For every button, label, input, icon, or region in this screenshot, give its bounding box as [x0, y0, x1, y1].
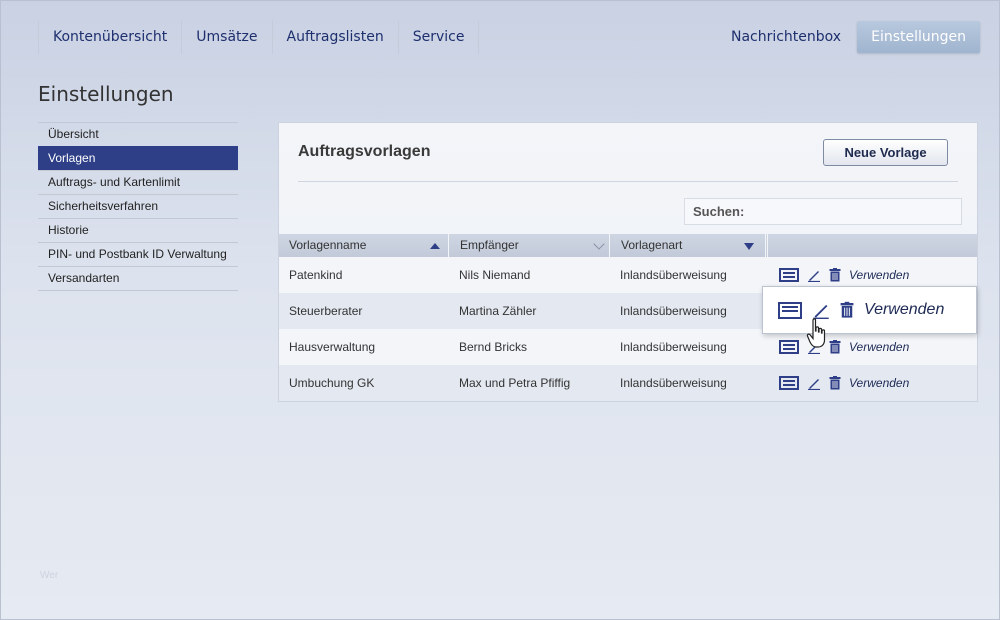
sidebar-item-historie[interactable]: Historie — [38, 218, 238, 242]
table-row[interactable]: Hausverwaltung Bernd Bricks Inlandsüberw… — [279, 329, 977, 365]
sort-ascending-icon — [430, 243, 440, 249]
table-row[interactable]: Umbuchung GK Max und Petra Pfiffig Inlan… — [279, 365, 977, 401]
cell-name: Hausverwaltung — [289, 340, 376, 354]
cell-type: Inlandsüberweisung — [620, 304, 727, 318]
cell-name: Steuerberater — [289, 304, 363, 318]
search-input[interactable] — [684, 198, 962, 225]
row-actions: Verwenden — [779, 365, 909, 401]
cell-recipient: Bernd Bricks — [459, 340, 528, 354]
cell-type: Inlandsüberweisung — [620, 268, 727, 282]
column-header-label: Vorlagenart — [621, 238, 683, 252]
trash-icon[interactable] — [840, 301, 854, 319]
nav-kontenuebersicht[interactable]: Kontenübersicht — [38, 20, 181, 54]
edit-pencil-icon[interactable] — [812, 301, 830, 319]
use-template-link[interactable]: Verwenden — [849, 376, 909, 390]
page-title: Einstellungen — [38, 82, 174, 106]
sidebar-item-uebersicht[interactable]: Übersicht — [38, 122, 238, 146]
secondary-nav: Nachrichtenbox Einstellungen — [717, 20, 980, 54]
cell-name: Umbuchung GK — [289, 376, 375, 390]
nav-nachrichtenbox[interactable]: Nachrichtenbox — [717, 20, 855, 54]
footer-text: Wer — [40, 570, 59, 581]
sidebar-item-vorlagen[interactable]: Vorlagen — [38, 146, 238, 170]
chevron-down-icon — [593, 238, 605, 250]
details-card-icon[interactable] — [778, 301, 802, 319]
sidebar-item-sicherheit[interactable]: Sicherheitsverfahren — [38, 194, 238, 218]
divider — [298, 181, 958, 182]
trash-icon[interactable] — [829, 340, 841, 354]
sidebar-item-pin-verwaltung[interactable]: PIN- und Postbank ID Verwaltung — [38, 242, 238, 266]
sidebar-item-limit[interactable]: Auftrags- und Kartenlimit — [38, 170, 238, 194]
main-nav: Kontenübersicht Umsätze Auftragslisten S… — [38, 20, 480, 54]
use-template-link[interactable]: Verwenden — [849, 268, 909, 282]
sort-descending-toggle[interactable] — [744, 234, 766, 257]
table-header: Vorlagenname Empfänger Vorlagenart — [279, 234, 977, 257]
use-template-link[interactable]: Verwenden — [849, 340, 909, 354]
edit-pencil-icon[interactable] — [807, 376, 821, 390]
new-template-button[interactable]: Neue Vorlage — [823, 139, 948, 166]
nav-service[interactable]: Service — [397, 20, 480, 54]
details-card-icon[interactable] — [779, 340, 799, 354]
sidebar: Übersicht Vorlagen Auftrags- und Kartenl… — [38, 122, 238, 291]
cell-type: Inlandsüberweisung — [620, 376, 727, 390]
use-template-link[interactable]: Verwenden — [864, 301, 944, 319]
row-actions: Verwenden — [779, 329, 909, 365]
edit-pencil-icon[interactable] — [807, 268, 821, 282]
details-card-icon[interactable] — [779, 376, 799, 390]
column-header-label: Empfänger — [460, 238, 519, 252]
trash-icon[interactable] — [829, 268, 841, 282]
column-header-vorlagenname[interactable]: Vorlagenname — [279, 234, 449, 257]
cell-recipient: Martina Zähler — [459, 304, 537, 318]
trash-icon[interactable] — [829, 376, 841, 390]
column-header-label: Vorlagenname — [289, 238, 367, 252]
nav-umsaetze[interactable]: Umsätze — [181, 20, 271, 54]
sort-descending-icon — [744, 243, 754, 250]
details-card-icon[interactable] — [779, 268, 799, 282]
column-header-empfaenger[interactable]: Empfänger — [450, 234, 610, 257]
nav-auftragslisten[interactable]: Auftragslisten — [271, 20, 398, 54]
cell-recipient: Max und Petra Pfiffig — [459, 376, 571, 390]
cell-type: Inlandsüberweisung — [620, 340, 727, 354]
templates-panel: Auftragsvorlagen Neue Vorlage Vorlagenna… — [278, 122, 978, 402]
top-navigation: Kontenübersicht Umsätze Auftragslisten S… — [38, 20, 980, 54]
panel-title: Auftragsvorlagen — [298, 143, 431, 160]
hand-cursor-icon — [806, 318, 826, 348]
row-actions-popup: Verwenden — [762, 286, 977, 334]
sidebar-item-versandarten[interactable]: Versandarten — [38, 266, 238, 291]
nav-einstellungen[interactable]: Einstellungen — [857, 21, 980, 53]
cell-recipient: Nils Niemand — [459, 268, 531, 282]
cell-name: Patenkind — [289, 268, 343, 282]
